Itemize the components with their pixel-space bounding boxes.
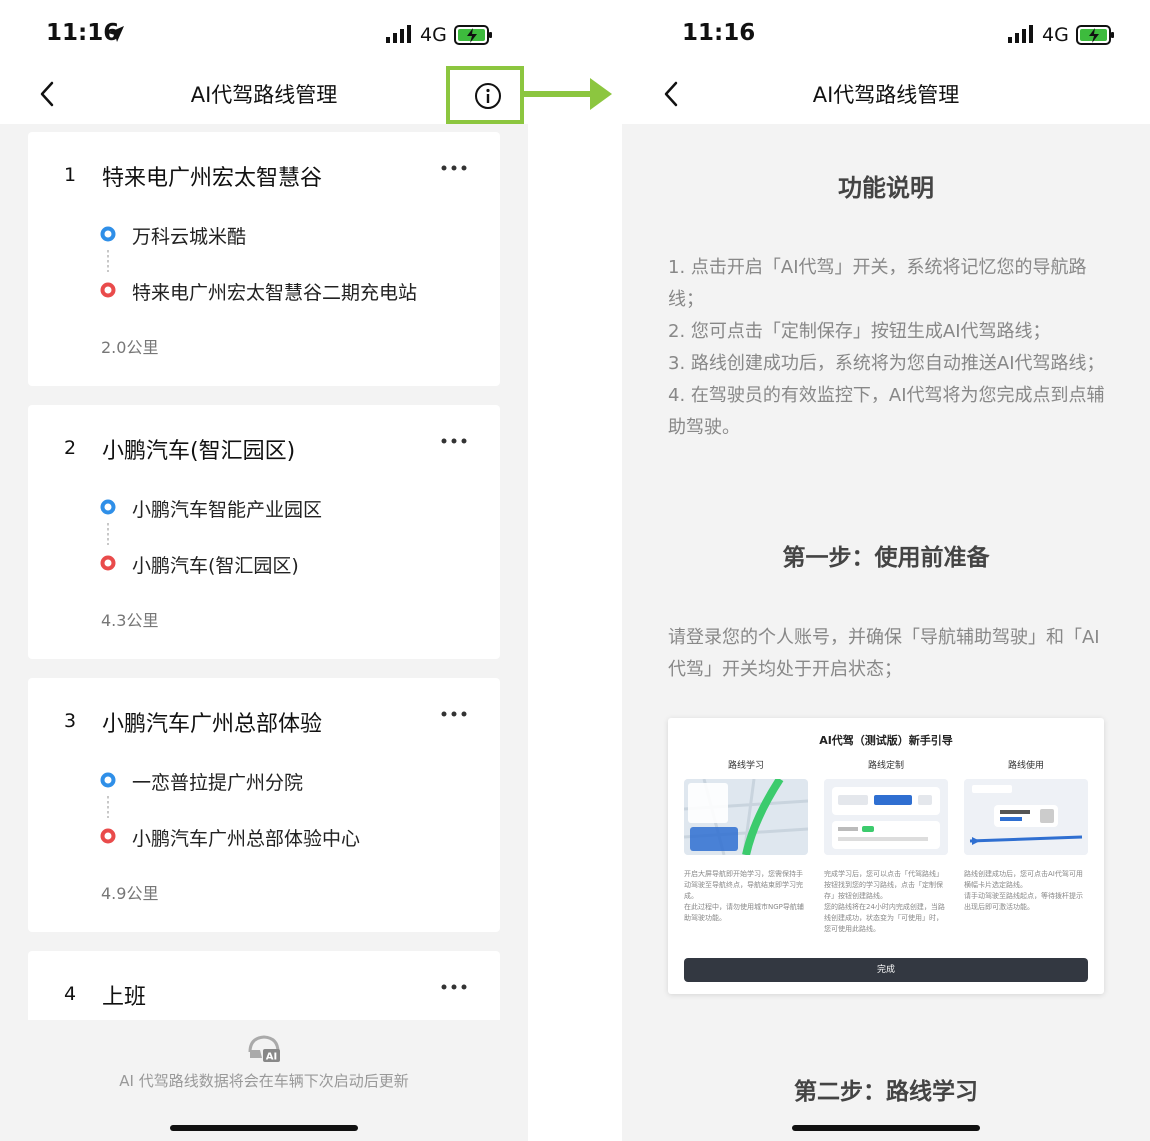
- battery-charging-icon: [454, 25, 492, 45]
- function-description: 1. 点击开启「AI代驾」开关，系统将记忆您的导航路线； 2. 您可点击「定制保…: [668, 257, 1105, 438]
- route-connector: [107, 523, 109, 545]
- guide-content: 功能说明 1. 点击开启「AI代驾」开关，系统将记忆您的导航路线； 2. 您可点…: [622, 124, 1150, 1141]
- start-point-icon: [100, 499, 116, 515]
- route-name: 特来电广州宏太智慧谷: [102, 166, 323, 191]
- route-connector: [107, 796, 109, 818]
- info-button[interactable]: [446, 66, 524, 124]
- guide-title: AI代驾（测试版）新手引导: [819, 734, 953, 747]
- more-dots-icon[interactable]: [438, 427, 470, 455]
- end-point-icon: [100, 828, 116, 844]
- status-bar: 11:16 4G: [622, 0, 1150, 64]
- guide-column-title: 路线定制: [867, 761, 904, 771]
- map-illustration: [684, 779, 808, 855]
- guide-column-title: 路线学习: [727, 761, 764, 771]
- route-connector: [107, 250, 109, 272]
- location-arrow-icon: [108, 26, 124, 42]
- start-point-icon: [100, 772, 116, 788]
- step1-title: 第一步：使用前准备: [782, 545, 990, 571]
- home-indicator[interactable]: [170, 1125, 358, 1131]
- nav-bar: AI代驾路线管理: [0, 64, 528, 124]
- network-type: 4G: [420, 24, 447, 46]
- route-end: 小鹏汽车(智汇园区): [132, 555, 299, 577]
- use-illustration: [964, 779, 1088, 855]
- route-index: 4: [64, 983, 77, 1005]
- route-start: 一恋普拉提广州分院: [132, 772, 304, 794]
- route-list-screen: 11:16 4G AI代驾路线管理 1 特来电广州宏太智慧谷 万科云城米酷 特来…: [0, 0, 528, 1141]
- network-type: 4G: [1042, 24, 1069, 46]
- route-name: 上班: [102, 985, 147, 1010]
- car-ai-icon: AI: [248, 1035, 280, 1063]
- feature-guide-screen: 11:16 4G AI代驾路线管理 功能说明 1. 点击开启「AI代驾」开关，系…: [622, 0, 1150, 1141]
- route-index: 3: [64, 710, 77, 732]
- route-index: 1: [64, 164, 77, 186]
- guide-preview-image: AI代驾（测试版）新手引导 路线学习 开启大屏导航即开始学习，您需保持手动驾驶至…: [668, 718, 1104, 994]
- route-end: 特来电广州宏太智慧谷二期充电站: [132, 282, 418, 304]
- route-distance: 4.9公里: [101, 884, 159, 903]
- route-start: 小鹏汽车智能产业园区: [132, 499, 323, 521]
- battery-charging-icon: [1076, 25, 1114, 45]
- more-dots-icon[interactable]: [438, 154, 470, 182]
- status-bar: 11:16 4G: [0, 0, 528, 64]
- guide-column-desc: 开启大屏导航即开始学习，您需保持手动驾驶至导航终点，导航结束即学习完成。 在此过…: [684, 870, 804, 922]
- footer-note: AI 代驾路线数据将会在车辆下次启动后更新: [119, 1072, 409, 1090]
- more-dots-icon[interactable]: [438, 973, 470, 1001]
- customize-illustration: [824, 779, 948, 855]
- route-distance: 2.0公里: [101, 338, 159, 357]
- end-point-icon: [100, 555, 116, 571]
- route-start: 万科云城米酷: [132, 226, 247, 248]
- step1-description: 请登录您的个人账号，并确保「导航辅助驾驶」和「AI代驾」开关均处于开启状态；: [668, 627, 1100, 680]
- nav-bar: AI代驾路线管理: [622, 64, 1150, 124]
- use-thumbnail: [964, 779, 1088, 855]
- section-title-function: 功能说明: [838, 174, 934, 202]
- route-index: 2: [64, 437, 77, 459]
- route-name: 小鹏汽车(智汇园区): [102, 439, 296, 464]
- status-time: 11:16: [682, 20, 756, 46]
- route-name: 小鹏汽车广州总部体验: [102, 712, 323, 737]
- guide-column-learn: 路线学习 开启大屏导航即开始学习，您需保持手动驾驶至导航终点，导航结束即学习完成…: [684, 758, 808, 924]
- signal-icon: [386, 25, 411, 43]
- guide-column-customize: 路线定制 完成学习后，您可以点击「代驾路线」按钮找到您的学习路线，点击「定制保存…: [824, 758, 948, 935]
- route-card[interactable]: 2 小鹏汽车(智汇园区) 小鹏汽车智能产业园区 小鹏汽车(智汇园区) 4.3公里: [28, 405, 500, 659]
- end-point-icon: [100, 282, 116, 298]
- more-dots-icon[interactable]: [438, 700, 470, 728]
- transition-arrow-icon: [522, 78, 612, 110]
- guide-column-title: 路线使用: [1007, 761, 1044, 771]
- route-end: 小鹏汽车广州总部体验中心: [132, 828, 361, 850]
- guide-column-desc: 路线创建成功后，您可点击AI代驾可用横幅卡片选定路线。 请手动驾驶至路线起点，等…: [964, 870, 1083, 911]
- home-indicator[interactable]: [792, 1125, 980, 1131]
- done-button[interactable]: 完成: [684, 958, 1088, 982]
- info-icon: [475, 83, 501, 109]
- page-title: AI代驾路线管理: [812, 83, 960, 107]
- step2-title: 第二步：路线学习: [794, 1079, 978, 1105]
- footer: AI AI 代驾路线数据将会在车辆下次启动后更新: [0, 1020, 528, 1141]
- start-point-icon: [100, 226, 116, 242]
- route-card[interactable]: 1 特来电广州宏太智慧谷 万科云城米酷 特来电广州宏太智慧谷二期充电站 2.0公…: [28, 132, 500, 386]
- signal-icon: [1008, 25, 1033, 43]
- route-card[interactable]: 4 上班: [28, 951, 500, 1031]
- map-thumbnail: [684, 779, 808, 855]
- guide-column-use: 路线使用 路线创建成功后，您可点击AI代驾可用横幅卡片选定路线。 请手动驾驶至路…: [964, 758, 1088, 913]
- customize-thumbnail: [824, 779, 948, 855]
- svg-text:AI: AI: [266, 1052, 277, 1063]
- guide-column-desc: 完成学习后，您可以点击「代驾路线」按钮找到您的学习路线，点击「定制保存」按钮创建…: [824, 870, 945, 933]
- route-card[interactable]: 3 小鹏汽车广州总部体验 一恋普拉提广州分院 小鹏汽车广州总部体验中心 4.9公…: [28, 678, 500, 932]
- route-distance: 4.3公里: [101, 611, 159, 630]
